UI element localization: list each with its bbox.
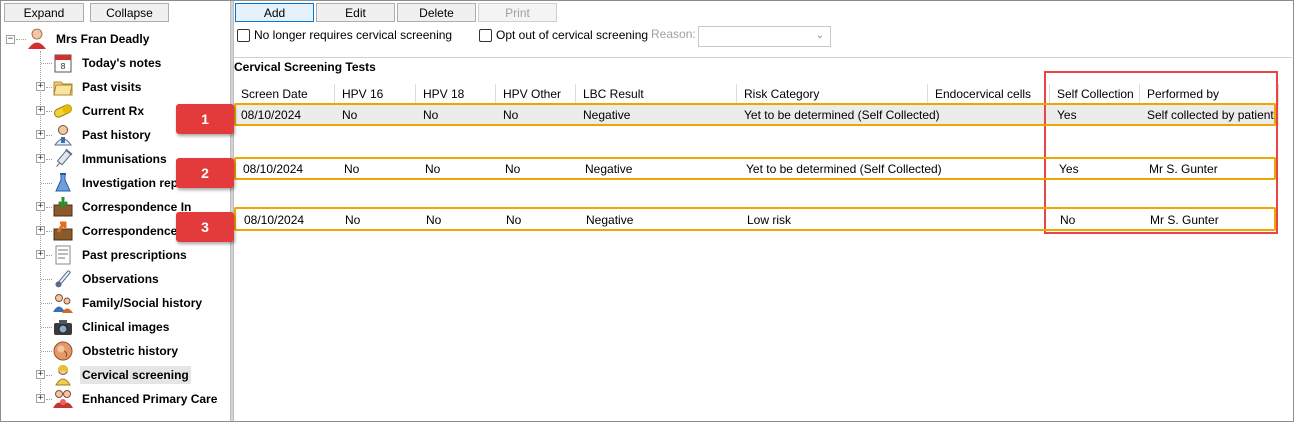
annotation-badge-3: 3 [176,212,234,242]
column-header[interactable]: Risk Category [737,84,928,104]
reason-dropdown[interactable]: ⌄ [698,26,831,47]
checkbox-box[interactable] [479,28,492,42]
edit-button[interactable]: Edit [316,3,395,22]
tree-expand-toggle[interactable]: + [36,250,45,259]
tree-item-past-visits[interactable]: Past visits [52,76,143,98]
tree-item-label: Past prescriptions [82,248,187,262]
tree-item-family-social-history[interactable]: Family/Social history [52,292,204,314]
tree-item-observations[interactable]: Observations [52,268,161,290]
tree-expand-toggle[interactable]: + [36,82,45,91]
family-icon [52,292,74,314]
inbox-icon [52,196,74,218]
tree-item-past-prescriptions[interactable]: Past prescriptions [52,244,189,266]
checkbox-box[interactable] [237,28,250,42]
tree-item-label: Today's notes [82,56,162,70]
tree-expand-toggle[interactable]: + [36,130,45,139]
tree-item-today-s-notes[interactable]: 8 Today's notes [52,52,163,74]
team-icon [52,388,74,410]
doctor-icon [52,124,74,146]
column-header[interactable]: Screen Date [234,84,335,104]
checkbox-label: Opt out of cervical screening [496,28,649,42]
tree-item-label: Cervical screening [80,366,191,384]
tree-item-label: Past visits [82,80,142,94]
tree-item-label: Obstetric history [82,344,179,358]
tree-item-label: Past history [82,128,151,142]
column-header[interactable]: HPV 18 [416,84,496,104]
column-header[interactable]: HPV 16 [335,84,416,104]
fetus-icon [52,340,74,362]
tree-item-correspondence-in[interactable]: Correspondence In [52,196,193,218]
tree-item-label: Current Rx [82,104,145,118]
tree-expand-toggle[interactable]: + [36,106,45,115]
tree-item-immunisations[interactable]: Immunisations [52,148,169,170]
root-collapse-toggle[interactable]: − [6,35,15,44]
add-button[interactable]: Add [235,3,314,22]
row-2-highlight [234,157,1276,180]
prescription-icon [52,244,74,266]
camera-icon [52,316,74,338]
column-header[interactable]: LBC Result [576,84,737,104]
checkbox-label: No longer requires cervical screening [254,28,453,42]
no-longer-requires-checkbox[interactable]: No longer requires cervical screening [237,28,452,42]
tree-expand-toggle[interactable]: + [36,202,45,211]
row-3-highlight [234,207,1276,231]
tree-item-label: Enhanced Primary Care [82,392,218,406]
tree-expand-toggle[interactable]: + [36,394,45,403]
tree-expand-toggle[interactable]: + [36,226,45,235]
syringe-icon [52,148,74,170]
tree-item-label: Family/Social history [82,296,203,310]
tree-item-current-rx[interactable]: Current Rx [52,100,146,122]
tree-item-clinical-images[interactable]: Clinical images [52,316,171,338]
thermometer-icon [52,268,74,290]
folder-icon [52,76,74,98]
tree-item-label: Observations [82,272,159,286]
section-title: Cervical Screening Tests [234,60,376,74]
annotation-badge-1: 1 [176,104,234,134]
expand-button[interactable]: Expand [4,3,84,22]
tree-expand-toggle[interactable]: + [36,154,45,163]
delete-button[interactable]: Delete [397,3,476,22]
woman-icon [52,364,74,386]
tree-item-label: Clinical images [82,320,170,334]
print-button[interactable]: Print [478,3,557,22]
tree-item-label: Immunisations [82,152,167,166]
calendar-icon: 8 [52,52,74,74]
divider [234,57,1292,58]
patient-name: Mrs Fran Deadly [56,32,150,46]
collapse-button[interactable]: Collapse [90,3,169,22]
tree-root-patient[interactable]: Mrs Fran Deadly [26,28,151,50]
column-header[interactable]: Endocervical cells [928,84,1050,104]
tree-expand-toggle[interactable]: + [36,370,45,379]
column-header[interactable]: HPV Other [496,84,576,104]
annotation-badge-2: 2 [176,158,234,188]
reason-label: Reason: [651,27,696,41]
pill-icon [52,100,74,122]
opt-out-checkbox[interactable]: Opt out of cervical screening [479,28,648,42]
tree-item-cervical-screening[interactable]: Cervical screening [52,364,191,386]
tree-item-enhanced-primary-care[interactable]: Enhanced Primary Care [52,388,219,410]
outbox-icon [52,220,74,242]
svg-text:8: 8 [60,62,65,71]
patient-icon [26,28,48,50]
tree-item-obstetric-history[interactable]: Obstetric history [52,340,180,362]
patient-tree-panel: Expand Collapse − Mrs Fran Deadly 8 Today… [1,1,230,421]
chevron-down-icon: ⌄ [815,30,824,41]
flask-icon [52,172,74,194]
tree-item-past-history[interactable]: Past history [52,124,153,146]
row-1-highlight [234,103,1276,126]
